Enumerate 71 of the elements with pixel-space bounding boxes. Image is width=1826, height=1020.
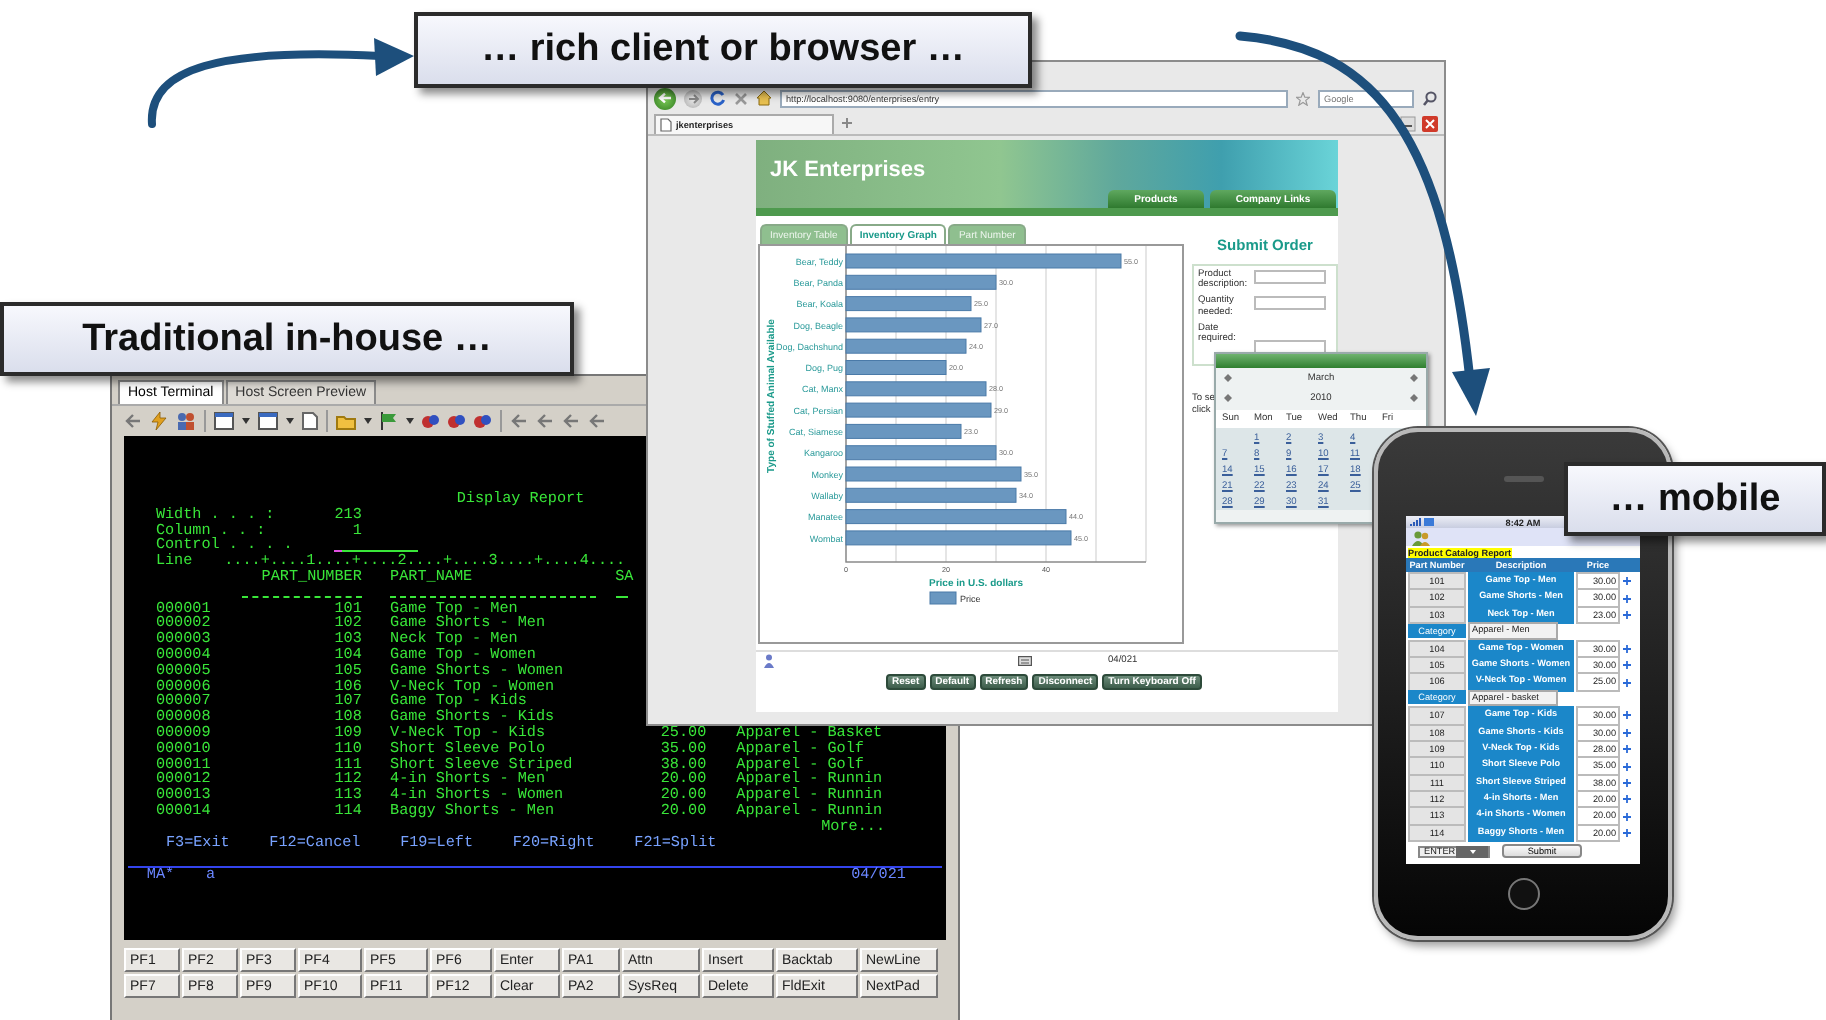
star-icon[interactable] <box>1296 91 1310 105</box>
diamond-icon[interactable] <box>1410 374 1418 382</box>
callout: … rich client or browser … <box>414 12 1032 88</box>
arrow-icon <box>687 93 699 103</box>
chart-bar <box>845 338 967 354</box>
arrow-icon[interactable] <box>562 412 580 430</box>
document-icon[interactable] <box>302 412 318 430</box>
input-field[interactable] <box>1254 270 1326 284</box>
ball-icon[interactable] <box>448 412 466 430</box>
window-icon[interactable] <box>258 412 278 430</box>
flag-icon[interactable] <box>380 412 398 430</box>
diamond-icon[interactable] <box>1410 394 1418 402</box>
plus-icon[interactable] <box>1622 643 1632 654</box>
plus-icon[interactable] <box>1622 811 1632 822</box>
forward-button[interactable] <box>684 89 702 107</box>
caret-icon[interactable] <box>406 418 414 424</box>
home-button[interactable] <box>1507 878 1539 910</box>
callout: Traditional in-house … <box>0 302 574 376</box>
back-button[interactable] <box>654 87 676 109</box>
arrow-icon[interactable] <box>588 412 606 430</box>
ball-icon[interactable] <box>422 412 440 430</box>
folder-icon[interactable] <box>336 413 356 429</box>
page-icon[interactable] <box>660 117 672 131</box>
caret-icon[interactable] <box>242 418 250 424</box>
plus-icon[interactable] <box>1622 761 1632 771</box>
people-icon[interactable] <box>176 412 196 430</box>
date-field[interactable] <box>1254 339 1326 354</box>
arrow-icon[interactable] <box>124 412 142 430</box>
chart-bar <box>845 317 982 333</box>
caret-icon[interactable] <box>286 418 294 424</box>
arrow-icon[interactable] <box>536 412 554 430</box>
site-title: JK Enterprises <box>770 158 926 182</box>
plus-icon[interactable] <box>1622 593 1632 604</box>
chart-bar <box>845 296 972 312</box>
plus-icon[interactable] <box>1622 727 1632 738</box>
callout: … mobile <box>1564 462 1826 536</box>
lightning-icon[interactable] <box>150 412 168 430</box>
ball-icon[interactable] <box>474 412 492 430</box>
arrow-icon[interactable] <box>510 412 528 430</box>
signal-icon <box>1410 518 1422 526</box>
speaker-grille <box>1503 476 1543 482</box>
legend-swatch <box>929 591 957 605</box>
plus-icon[interactable] <box>1622 794 1632 805</box>
plus-icon[interactable] <box>1622 660 1632 671</box>
chart-bar <box>845 360 947 375</box>
caret-icon <box>1469 849 1475 854</box>
window-icon[interactable] <box>214 412 234 430</box>
chart-bar <box>845 381 987 397</box>
plus-icon[interactable] <box>840 116 854 130</box>
plus-icon[interactable] <box>1622 744 1632 755</box>
plus-icon[interactable] <box>1622 677 1632 688</box>
caret-icon[interactable] <box>364 418 372 424</box>
diamond-icon[interactable] <box>1224 374 1232 382</box>
keyboard-icon <box>1018 656 1032 666</box>
search-icon[interactable] <box>1422 90 1438 106</box>
close-icon[interactable] <box>1422 115 1438 131</box>
plus-icon[interactable] <box>1622 710 1632 721</box>
input-field[interactable] <box>1254 296 1326 311</box>
stop-icon[interactable] <box>734 91 748 105</box>
arrow-icon <box>658 92 672 104</box>
network-icon <box>1424 518 1434 526</box>
diamond-icon[interactable] <box>1224 394 1232 402</box>
plus-icon[interactable] <box>1622 777 1632 788</box>
people-icon[interactable] <box>1412 529 1430 545</box>
home-icon[interactable] <box>756 90 772 106</box>
reload-icon[interactable] <box>710 90 726 106</box>
plus-icon[interactable] <box>1622 828 1632 839</box>
chart-bar <box>845 423 962 439</box>
plus-icon[interactable] <box>1622 609 1632 620</box>
person-icon <box>764 654 774 668</box>
plus-icon[interactable] <box>1622 576 1632 587</box>
